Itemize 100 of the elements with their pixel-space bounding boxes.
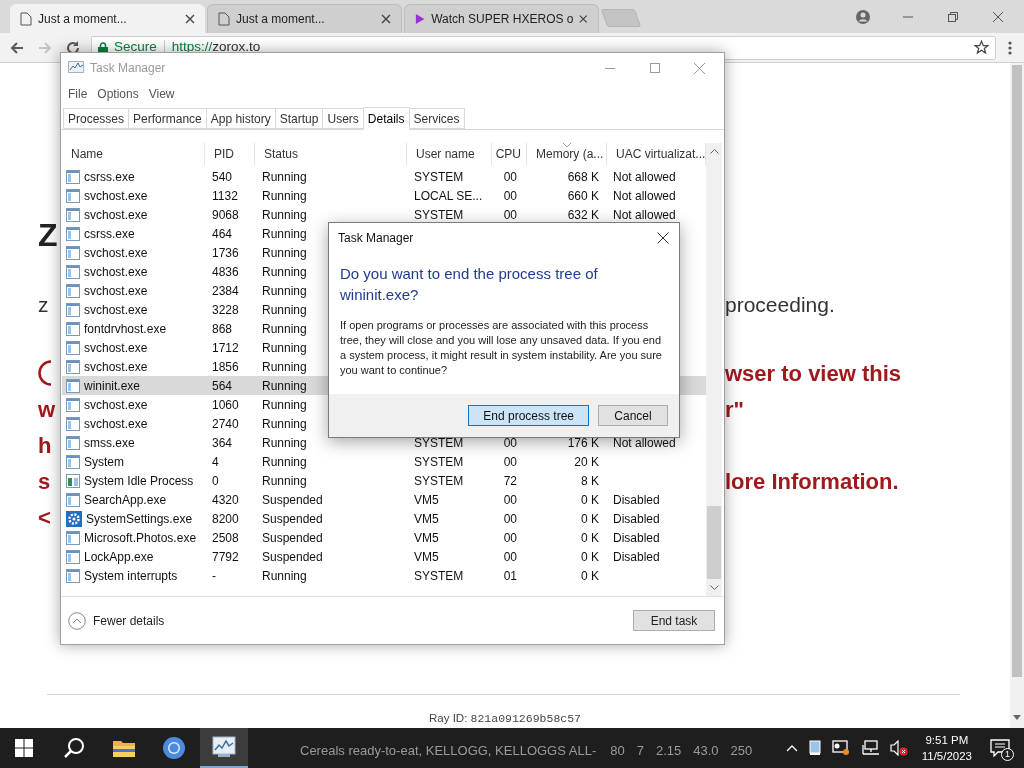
table-cell: 1132 [212,188,238,203]
table-cell: Disabled [613,549,660,564]
table-cell: 0 K [581,530,599,545]
table-cell: 4 [212,454,219,469]
page-text: wser to view this [725,360,902,386]
table-cell: Running [262,435,307,450]
table-cell: 0 K [581,568,599,583]
table-cell: Running [262,245,307,260]
table-cell-text: svchost.exe [84,244,148,262]
table-cell: 00 [503,169,517,184]
clock-time: 9:51 PM [925,733,969,748]
table-cell: 2740 [212,416,239,431]
table-cell-text: svchost.exe [84,339,148,357]
url-text: https://zorox.to [171,38,261,57]
table-cell: Running [262,473,307,488]
table-cell: 1712 [212,340,239,355]
table-cell: 01 [503,568,517,583]
table-cell: 9068 [212,207,239,222]
table-cell: Running [262,226,307,241]
table-cell: VM5 [414,492,439,507]
table-cell-text: smss.exe [84,434,135,452]
table-cell-text: fontdrvhost.exe [84,320,167,338]
page-text: w [38,395,56,424]
table-cell-text: svchost.exe [84,263,148,281]
table-cell: 00 [503,435,517,450]
table-cell: Running [262,340,307,355]
table-cell: 632 K [567,207,599,222]
table-cell: 8200 [212,511,239,526]
dialog-message: If open programs or processes are associated with this process tree, they will close and you will lose any unsaved data. If you end a system process, it might result in system instability. Are you sure you want to continue? [339,318,663,378]
table-cell-text: System Idle Process [84,472,194,490]
table-cell-text: LockApp.exe [84,548,154,566]
table-cell: Running [262,568,307,583]
table-cell: SYSTEM [414,568,464,583]
notification-badge: 1 [1001,748,1014,761]
table-cell-text: svchost.exe [84,415,148,433]
table-cell: VM5 [414,549,439,564]
table-cell-text: svchost.exe [84,282,148,300]
table-cell: SYSTEM [414,473,464,488]
table-cell: 00 [503,530,517,545]
table-cell: SYSTEM [414,435,464,450]
ray-id-text: Ray ID: 821a091269b58c57 [429,710,581,727]
table-cell: 00 [503,454,517,469]
dialog-title: Task Manager [338,230,414,247]
tab-title: Just a moment... [236,11,326,28]
table-cell: 0 [212,473,219,488]
table-cell: Running [262,397,307,412]
overlay-number: 80 [610,742,625,760]
table-cell-text: wininit.exe [84,377,141,395]
page-text: Z [38,216,58,255]
page-text: lore Information. [725,468,899,494]
table-cell: 176 K [567,435,599,450]
table-cell: 00 [503,207,517,222]
table-cell-text: svchost.exe [84,187,148,205]
table-cell: 00 [503,511,517,526]
table-cell: 00 [503,492,517,507]
tab-title: Just a moment... [38,10,128,28]
table-cell: SYSTEM [414,169,464,184]
table-cell: - [212,568,216,583]
table-cell: 540 [212,169,233,184]
overlay-number: 7 [636,742,644,760]
table-cell-text: svchost.exe [84,301,148,319]
table-cell: 564 [212,378,233,393]
table-cell: SYSTEM [414,454,464,469]
overlay-number: 43.0 [693,742,719,760]
table-cell-text: csrss.exe [84,225,135,243]
table-cell: Running [262,302,307,317]
table-cell: Running [262,264,307,279]
table-cell: SYSTEM [414,207,464,222]
dialog-heading: Do you want to end the process tree of wininit.exe? [339,264,599,305]
table-cell: 72 [503,473,517,488]
table-cell-text: System interrupts [84,567,178,585]
table-cell: VM5 [414,511,439,526]
table-cell-text: Microsoft.Photos.exe [84,529,197,547]
window-title: Task Manager [90,60,166,77]
table-cell: 00 [503,549,517,564]
table-cell-text: csrss.exe [84,168,135,186]
table-cell: Suspended [262,511,323,526]
table-cell: Running [262,283,307,298]
table-cell: Running [262,188,307,203]
table-cell: 7792 [212,549,239,564]
table-cell: Suspended [262,492,323,507]
table-cell: Not allowed [613,207,676,222]
table-cell: Running [262,454,307,469]
table-cell: VM5 [414,530,439,545]
clock-date: 11/5/2023 [921,749,972,764]
table-cell: 1736 [212,245,239,260]
table-cell: 2384 [212,283,239,298]
table-cell: Not allowed [613,169,676,184]
table-cell: Not allowed [613,435,676,450]
overlay-text: Cereals ready-to-eat, KELLOGG, KELLOGGS ALL- [300,742,597,760]
table-cell: Running [262,378,307,393]
page-text: < [38,503,51,532]
page-text: z [38,292,49,319]
table-cell: LOCAL SE... [414,188,483,203]
table-cell: 660 K [567,188,599,203]
table-cell-text: svchost.exe [84,396,148,414]
table-cell: 0 K [581,511,599,526]
page-text: h [38,431,52,460]
table-cell: 00 [503,188,517,203]
table-cell: 464 [212,226,233,241]
